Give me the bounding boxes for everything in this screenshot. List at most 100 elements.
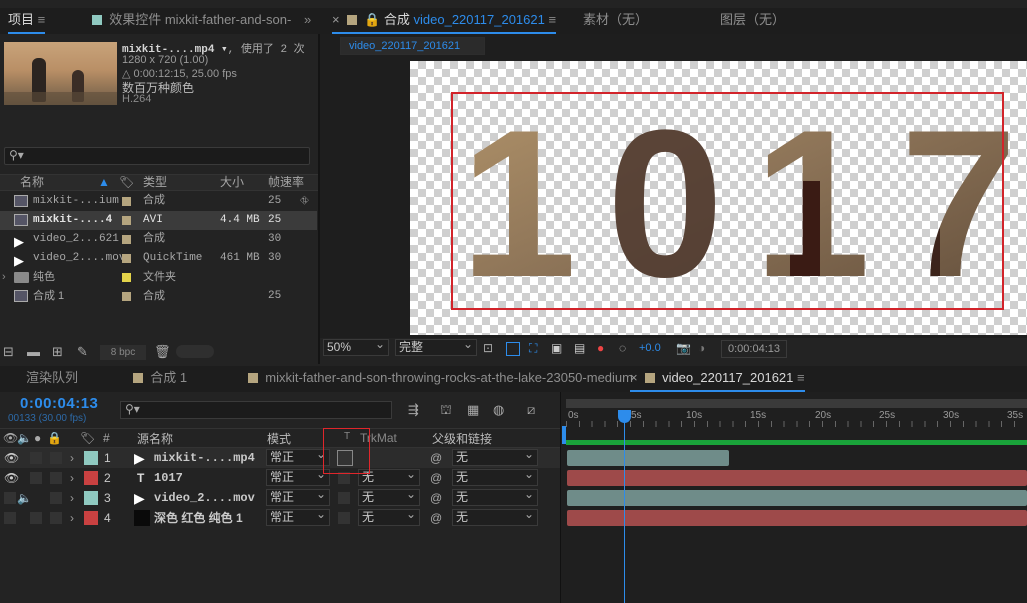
project-item[interactable]: 合成 1 合成 25 [0, 287, 317, 306]
grid-guides-icon[interactable]: ▤ [574, 341, 590, 357]
timeline-search-input[interactable]: ⚲▾ [120, 401, 392, 419]
zoom-dropdown[interactable]: 50% [323, 337, 389, 356]
bpc-button[interactable]: 8 bpc [100, 345, 146, 360]
snapshot-fast-preview-icon[interactable]: ⊡ [483, 341, 499, 357]
tab-comp-1[interactable]: 合成 1 [133, 366, 187, 392]
project-item[interactable]: mixkit-....4 AVI 4.4 MB 25 [0, 211, 317, 230]
column-name[interactable]: 名称 [20, 174, 44, 191]
blend-mode-dropdown[interactable]: 常正 [266, 507, 330, 526]
chevron-right-icon[interactable]: › [70, 468, 74, 488]
blend-mode-dropdown[interactable]: 常正 [266, 447, 330, 466]
layer-row[interactable]: 🔈 › 3 ▶ video_2....mov 常正 无 @ 无 [0, 487, 560, 508]
pick-whip-icon[interactable]: @ [430, 468, 442, 488]
parent-dropdown[interactable]: 无 [452, 507, 538, 526]
layer-label-color[interactable] [84, 511, 98, 525]
viewer-timecode[interactable]: 0:00:04:13 [721, 340, 787, 358]
blend-mode-dropdown[interactable]: 常正 [266, 487, 330, 506]
blend-mode-dropdown[interactable]: 常正 [266, 467, 330, 486]
preserve-transparency-checkbox[interactable] [338, 492, 350, 504]
channel-rgb-icon[interactable]: ● [597, 341, 613, 357]
transparency-grid-icon[interactable] [506, 342, 520, 356]
column-size[interactable]: 大小 [220, 174, 244, 191]
tab-project[interactable]: 项目 ≡ [8, 8, 46, 34]
interpret-footage-icon[interactable]: ⊟ [3, 344, 14, 360]
video-visibility-icon[interactable]: 👁 [4, 448, 19, 468]
column-parent[interactable]: 父级和链接 [432, 430, 492, 447]
timeline-timecode[interactable]: 0:00:04:13 [20, 395, 98, 412]
draft-3d-icon[interactable]: ⛫ [440, 402, 452, 420]
playhead-handle[interactable] [618, 410, 631, 423]
close-icon[interactable]: × [332, 12, 340, 27]
parent-dropdown[interactable]: 无 [452, 487, 538, 506]
comp-canvas[interactable]: 1017 1017 [410, 61, 1027, 335]
playhead-line[interactable] [624, 411, 625, 603]
audio-icon[interactable]: 🔈 [17, 431, 32, 445]
pick-whip-icon[interactable]: @ [430, 488, 442, 508]
exposure-value[interactable]: +0.0 [639, 342, 661, 354]
trash-icon[interactable]: 🗑 [154, 344, 171, 360]
trkmat-dropdown[interactable]: 无 [358, 487, 420, 506]
project-item[interactable]: › 纯色 文件夹 [0, 268, 317, 287]
pick-whip-icon[interactable]: @ [430, 448, 442, 468]
tab-footage[interactable]: 素材（无） [583, 8, 648, 34]
column-fps[interactable]: 帧速率 [268, 174, 304, 191]
camera-snapshot-icon[interactable]: 📷 [676, 341, 692, 357]
chevron-right-icon[interactable]: › [70, 488, 74, 508]
work-area-bar[interactable] [566, 440, 1027, 445]
sort-ascending-icon[interactable]: ▲ [98, 174, 110, 191]
parent-dropdown[interactable]: 无 [452, 467, 538, 486]
column-mode[interactable]: 模式 [267, 430, 291, 447]
column-type[interactable]: 类型 [143, 174, 167, 191]
chevron-right-icon[interactable]: › [70, 508, 74, 528]
thumbnail-zoom-slider[interactable] [176, 345, 214, 358]
project-item[interactable]: mixkit-...ium 合成 25 ⛗ [0, 192, 317, 211]
layer-2-duration-bar[interactable] [567, 470, 1027, 486]
layer-label-color[interactable] [84, 471, 98, 485]
graph-editor-icon[interactable]: ⧄ [527, 402, 535, 418]
column-source-name[interactable]: 源名称 [137, 430, 173, 447]
label-tag-icon[interactable]: 🏷 [119, 174, 134, 191]
tab-render-queue[interactable]: 渲染队列 [26, 366, 78, 392]
video-visibility-icon[interactable]: 👁 [3, 431, 18, 445]
pick-whip-icon[interactable]: @ [430, 508, 442, 528]
motion-blur-icon[interactable]: ◍ [493, 402, 504, 418]
tab-mixkit-comp[interactable]: mixkit-father-and-son-throwing-rocks-at-… [248, 366, 633, 392]
tab-layer[interactable]: 图层（无） [720, 8, 785, 34]
parent-dropdown[interactable]: 无 [452, 447, 538, 466]
flowchart-icon[interactable]: ⛗ [300, 192, 309, 211]
trkmat-dropdown[interactable]: 无 [358, 507, 420, 526]
chevron-right-icon[interactable]: › [70, 448, 74, 468]
layer-3-duration-bar[interactable] [567, 490, 1027, 506]
layer-1-duration-bar[interactable] [567, 450, 729, 466]
project-search-input[interactable]: ⚲▾ [4, 147, 310, 165]
lock-icon[interactable]: 🔒 [47, 431, 62, 445]
frame-blending-icon[interactable]: ▦ [467, 402, 479, 418]
composition-mini-flowchart-icon[interactable]: ⇶ [408, 402, 419, 418]
tab-composition[interactable]: × 🔒 合成 video_220117_201621 ≡ [332, 8, 557, 34]
solo-icon[interactable]: ● [34, 431, 41, 445]
project-item[interactable]: ▶ video_2...621 合成 30 [0, 230, 317, 249]
layer-row[interactable]: › 4 深色 红色 纯色 1 常正 无 @ 无 [0, 507, 560, 528]
comp-breadcrumb-chip[interactable]: video_220117_201621 [340, 37, 485, 55]
video-visibility-icon[interactable]: 👁 [4, 468, 19, 488]
panel-overflow-icon[interactable]: » [304, 8, 311, 34]
audio-icon[interactable]: 🔈 [17, 488, 32, 508]
mask-visibility-icon[interactable]: ⛶ [529, 341, 545, 357]
label-tag-icon[interactable]: 🏷 [80, 431, 95, 445]
new-composition-icon[interactable]: ⊞ [52, 344, 63, 360]
layer-row[interactable]: 👁 › 1 ▶ mixkit-....mp4 常正 @ 无 [0, 447, 560, 468]
layer-4-duration-bar[interactable] [567, 510, 1027, 526]
resolution-dropdown[interactable]: 完整 [395, 337, 477, 356]
layer-label-color[interactable] [84, 451, 98, 465]
region-of-interest-icon[interactable]: ▣ [551, 341, 567, 357]
lock-icon[interactable]: 🔒 [364, 12, 380, 27]
layer-label-color[interactable] [84, 491, 98, 505]
preserve-transparency-checkbox[interactable] [338, 512, 350, 524]
project-item[interactable]: ▶ video_2....mov QuickTime 461 MB 30 [0, 249, 317, 268]
show-snapshot-icon[interactable]: ◑ [698, 341, 714, 357]
chevron-right-icon[interactable]: › [2, 268, 6, 287]
tab-active-comp[interactable]: × video_220117_201621 ≡ [630, 366, 805, 392]
tab-effect-controls[interactable]: 效果控件 mixkit-father-and-son- [92, 8, 291, 34]
project-settings-icon[interactable]: ✎ [77, 344, 88, 360]
color-management-icon[interactable]: ◌ [619, 341, 635, 357]
